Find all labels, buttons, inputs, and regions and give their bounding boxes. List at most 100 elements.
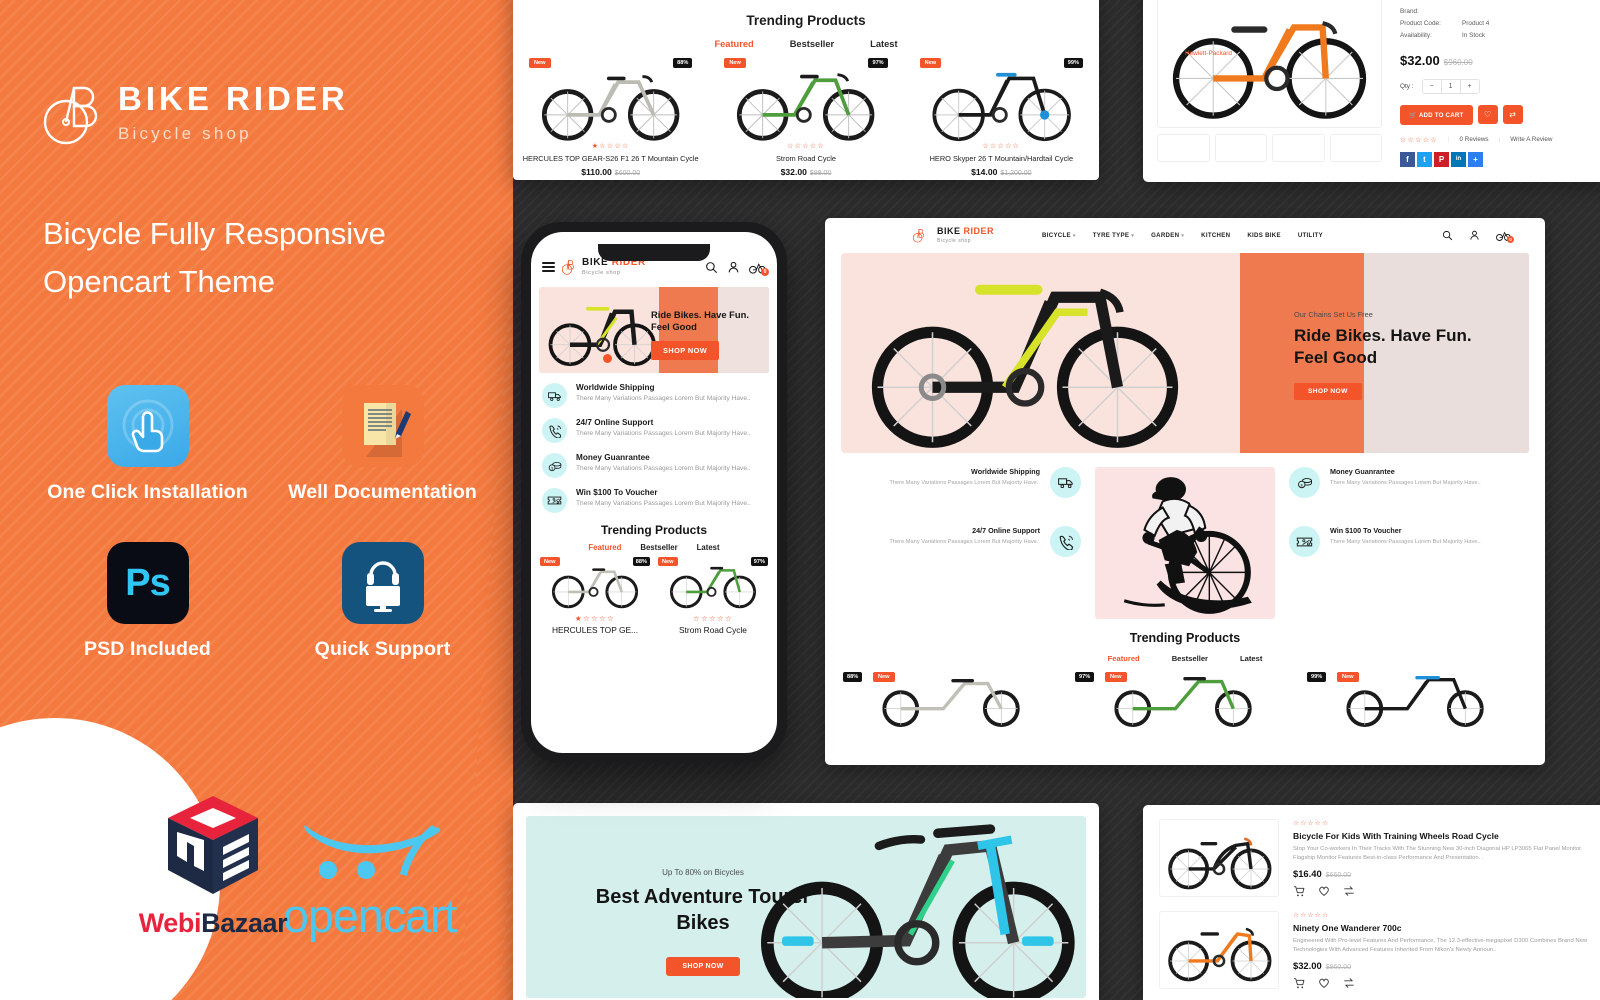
trending-title: Trending Products	[746, 13, 866, 28]
nav-item-tyre-type[interactable]: TYRE TYPE ▾	[1093, 232, 1134, 239]
product-card[interactable]: New 97% ☆☆☆☆☆ Strom Road Cycle	[658, 557, 768, 635]
search-icon[interactable]	[705, 261, 718, 274]
hero-title: Ride Bikes. Have Fun. Feel Good	[1294, 326, 1472, 367]
product-name[interactable]: Ninety One Wanderer 700c	[1293, 923, 1600, 933]
share-more-icon[interactable]: +	[1468, 151, 1483, 167]
qty-decrease-button[interactable]: −	[1423, 79, 1442, 93]
tab-bestseller[interactable]: Bestseller	[790, 39, 834, 49]
webibazaar-cube-icon	[168, 796, 258, 894]
account-user-icon[interactable]	[1469, 230, 1480, 241]
add-to-cart-button[interactable]: 🛒 ADD TO CART	[1400, 104, 1473, 125]
compare-icon[interactable]	[1343, 885, 1355, 897]
product-card[interactable]: 99% New	[1307, 670, 1527, 730]
write-review-link[interactable]: Write A Review	[1510, 136, 1552, 143]
product-card[interactable]: 88% New	[843, 670, 1063, 730]
service-title: Win $100 To Voucher	[1330, 526, 1402, 535]
tab-bestseller[interactable]: Bestseller	[1172, 654, 1208, 663]
carousel-dot-active[interactable]	[603, 354, 612, 363]
wishlist-heart-icon[interactable]: ♡	[1477, 104, 1498, 124]
hamburger-menu-icon[interactable]	[542, 259, 555, 274]
tab-featured[interactable]: Featured	[714, 39, 753, 49]
thumbnail[interactable]	[1329, 134, 1382, 162]
reviews-row: ☆☆☆☆☆ | 0 Reviews | Write A Review	[1400, 136, 1599, 144]
qty-increase-button[interactable]: +	[1461, 80, 1479, 93]
tab-featured[interactable]: Featured	[588, 543, 621, 552]
product-meta: Brand: Hewlett-Packard Product Code: Produ…	[1185, 6, 1599, 57]
service-title: Worldwide Shipping	[576, 383, 655, 392]
desktop-mockup: BIKE RIDER Bicycle shop BICYCLE ▾ TYRE TY…	[825, 218, 1545, 765]
price-current: $32.00	[780, 167, 807, 177]
wishlist-heart-icon[interactable]	[1318, 977, 1330, 989]
product-main-image[interactable]	[1157, 0, 1382, 128]
phone-hero-banner: Ride Bikes. Have Fun. Feel Good SHOP NOW	[539, 287, 769, 373]
price-current: $16.40	[1293, 867, 1322, 879]
promo-banner-card: Up To 80% on Bicycles Best Adventure Tou…	[513, 803, 1099, 1000]
rating-stars: ☆☆☆☆☆	[1293, 820, 1330, 827]
tab-latest[interactable]: Latest	[1240, 654, 1262, 663]
thumbnail[interactable]	[1157, 134, 1210, 162]
service-item: $ Money Guanrantee There Many Variations…	[542, 453, 766, 478]
meta-value-brand[interactable]: Hewlett-Packard	[1185, 48, 1232, 60]
nav-item-bicycle[interactable]: BICYCLE ▾	[1042, 232, 1076, 239]
product-card[interactable]: New 88% ★☆☆☆☆ HERCULES TOP GEAR-S26 F1 2…	[513, 56, 708, 177]
nav-item-kids-bike[interactable]: KIDS BIKE	[1247, 232, 1281, 239]
product-image: New 97%	[658, 557, 768, 609]
shop-now-button[interactable]: SHOP NOW	[651, 340, 720, 360]
thumbnail[interactable]	[1214, 134, 1267, 162]
add-to-cart-icon[interactable]	[1293, 977, 1305, 989]
product-image[interactable]	[1159, 911, 1279, 989]
nav-item-kitchen[interactable]: KITCHEN	[1201, 232, 1230, 239]
badge-discount: 99%	[1307, 672, 1327, 682]
linkedin-icon[interactable]: in	[1451, 151, 1466, 167]
product-name: Strom Road Cycle	[776, 154, 836, 163]
facebook-icon[interactable]: f	[1400, 151, 1415, 167]
product-card[interactable]: New 88% ★☆☆☆☆ HERCULES TOP GE...	[540, 557, 650, 635]
tab-latest[interactable]: Latest	[870, 39, 897, 49]
feature-label: PSD Included	[84, 638, 211, 660]
add-to-cart-icon[interactable]	[1293, 885, 1305, 897]
nav-item-utility[interactable]: UTILITY	[1298, 232, 1323, 239]
product-card[interactable]: 97% New	[1075, 670, 1295, 730]
tab-latest[interactable]: Latest	[697, 543, 720, 552]
service-title: Win $100 To Voucher	[576, 488, 658, 497]
tab-bestseller[interactable]: Bestseller	[640, 543, 677, 552]
compare-icon[interactable]: ⇄	[1502, 104, 1523, 124]
downhill-rider-illustration	[1123, 477, 1252, 614]
compare-icon[interactable]	[1343, 977, 1355, 989]
product-card[interactable]: New 99% ☆☆☆☆☆ HERO Skyper 26 T Mountain/…	[904, 56, 1099, 177]
trending-tabs: Featured Bestseller Latest	[825, 654, 1545, 663]
svg-text:$: $	[551, 466, 553, 470]
service-item: Worldwide Shipping There Many Variations…	[841, 467, 1081, 498]
desktop-hero-banner: Our Chains Set Us Free Ride Bikes. Have …	[841, 253, 1529, 453]
search-icon[interactable]	[1442, 230, 1453, 241]
service-desc: There Many Variations Passages Lorem But…	[1330, 539, 1481, 545]
twitter-icon[interactable]: t	[1417, 151, 1432, 167]
badge-new: New	[540, 557, 560, 566]
shop-now-button[interactable]: SHOP NOW	[666, 957, 740, 976]
list-item[interactable]: ☆☆☆☆☆ Bicycle For Kids With Training Whe…	[1143, 805, 1600, 897]
orange-bicycle-illustration	[1172, 21, 1367, 119]
quantity-stepper[interactable]: − 1 +	[1421, 78, 1480, 94]
account-user-icon[interactable]	[727, 261, 740, 274]
product-card[interactable]: New 97% ☆☆☆☆☆ Strom Road Cycle $32.00 $8…	[708, 56, 903, 177]
reviews-count[interactable]: 0 Reviews	[1460, 136, 1489, 143]
bike-rider-logo-icon	[913, 227, 925, 244]
product-actions	[1293, 977, 1600, 989]
nav-item-garden[interactable]: GARDEN ▾	[1151, 232, 1184, 239]
product-name[interactable]: Bicycle For Kids With Training Wheels Ro…	[1293, 831, 1600, 841]
product-image[interactable]	[1159, 819, 1279, 897]
tab-featured[interactable]: Featured	[1108, 654, 1140, 663]
brand-tagline: Bicycle shop	[937, 238, 972, 244]
pinterest-icon[interactable]: P	[1434, 151, 1449, 167]
thumbnail[interactable]	[1272, 134, 1325, 162]
qty-value[interactable]: 1	[1442, 79, 1461, 93]
wishlist-heart-icon[interactable]	[1318, 885, 1330, 897]
shop-now-button[interactable]: SHOP NOW	[1294, 382, 1362, 400]
trending-tabs: Featured Bestseller Latest	[513, 39, 1099, 49]
service-desc: There Many Variations Passages Lorem But…	[576, 430, 751, 437]
list-item[interactable]: ☆☆☆☆☆ Ninety One Wanderer 700c Engineere…	[1143, 897, 1600, 989]
bike-rider-logo-icon	[562, 258, 575, 276]
page-headline: Bicycle Fully Responsive Opencart Theme	[43, 216, 386, 300]
cart-icon-wrap[interactable]: 0	[749, 261, 769, 276]
cart-icon-wrap[interactable]: 0	[1496, 230, 1514, 243]
